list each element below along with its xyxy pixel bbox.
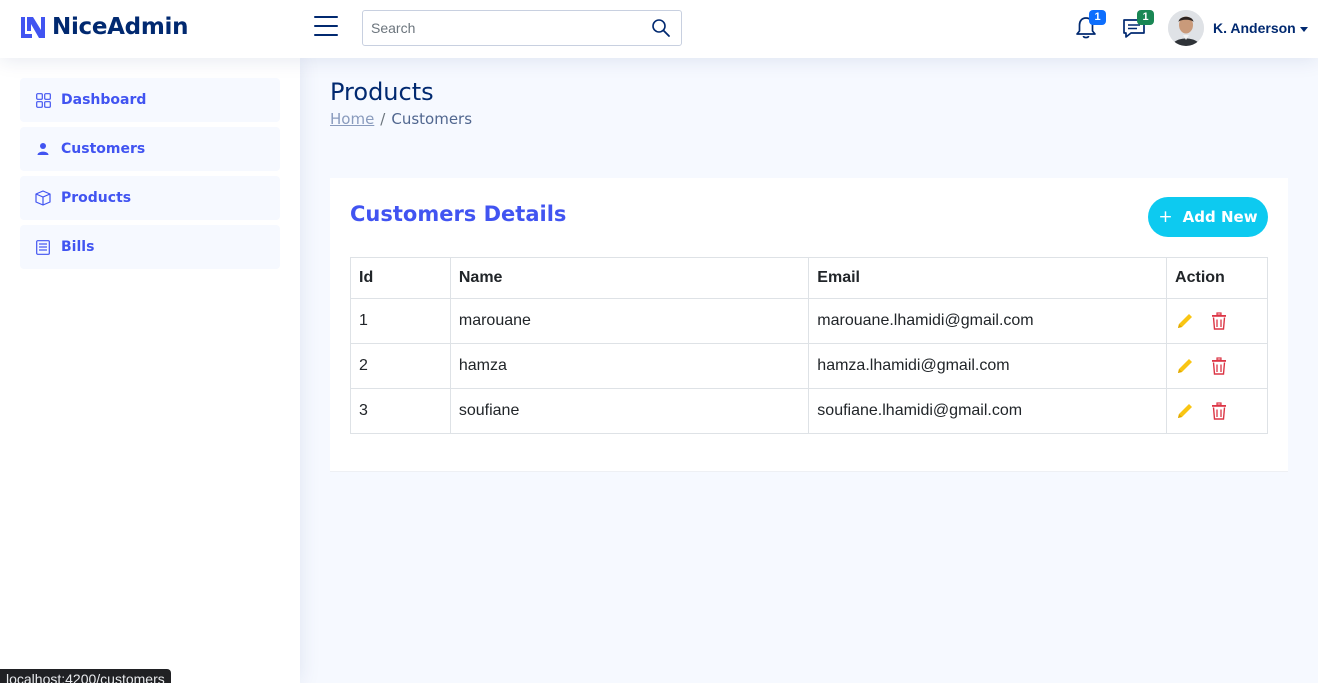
messages-badge: 1	[1137, 10, 1154, 25]
card-title: Customers Details	[350, 202, 566, 226]
logo-icon	[21, 17, 45, 38]
add-new-label: Add New	[1182, 208, 1258, 226]
table-row: 2 hamza hamza.lhamidi@gmail.com	[350, 343, 1268, 389]
search-icon[interactable]	[651, 18, 671, 38]
notifications-button[interactable]: 1	[1072, 10, 1106, 42]
avatar	[1168, 10, 1204, 46]
plus-icon: +	[1158, 207, 1173, 227]
person-icon	[35, 141, 51, 157]
status-bar-url: localhost:4200/customers	[0, 669, 171, 683]
cell-id: 2	[350, 343, 451, 389]
breadcrumb-current: Customers	[391, 110, 473, 128]
search-input[interactable]	[363, 11, 633, 45]
breadcrumb-separator: /	[380, 110, 386, 128]
sidebar-item-label: Bills	[61, 239, 95, 255]
cell-name: soufiane	[449, 388, 810, 434]
profile-dropdown[interactable]: K. Anderson	[1168, 10, 1308, 46]
notifications-badge: 1	[1089, 10, 1106, 25]
delete-trash-icon[interactable]	[1209, 401, 1229, 421]
page-title: Products	[330, 78, 434, 106]
table-row: 3 soufiane soufiane.lhamidi@gmail.com	[350, 388, 1268, 434]
sidebar-item-customers[interactable]: Customers	[20, 127, 280, 171]
search-bar	[362, 10, 682, 46]
sidebar-item-bills[interactable]: Bills	[20, 225, 280, 269]
column-header-name: Name	[449, 257, 810, 299]
sidebar: Dashboard Customers Products Bills	[0, 58, 300, 683]
column-header-action: Action	[1166, 257, 1268, 299]
edit-pencil-icon[interactable]	[1175, 401, 1195, 421]
logo[interactable]: NiceAdmin	[20, 14, 188, 40]
card-title-light: Customers	[350, 202, 484, 226]
delete-trash-icon[interactable]	[1209, 311, 1229, 331]
edit-pencil-icon[interactable]	[1175, 311, 1195, 331]
cell-actions	[1166, 388, 1268, 434]
card-title-bold: Details	[483, 202, 567, 226]
cell-actions	[1166, 298, 1268, 344]
grid-icon	[35, 92, 51, 108]
sidebar-item-dashboard[interactable]: Dashboard	[20, 78, 280, 122]
customers-table: Id Name Email Action 1 marouane marouane…	[350, 257, 1268, 434]
messages-button[interactable]: 1	[1120, 10, 1154, 42]
sidebar-item-label: Products	[61, 190, 132, 206]
cell-id: 1	[350, 298, 451, 344]
sidebar-item-products[interactable]: Products	[20, 176, 280, 220]
top-header: NiceAdmin 1 1	[0, 0, 1318, 58]
cell-email: hamza.lhamidi@gmail.com	[808, 343, 1168, 389]
cell-email: marouane.lhamidi@gmail.com	[808, 298, 1168, 344]
cell-email: soufiane.lhamidi@gmail.com	[808, 388, 1168, 434]
column-header-id: Id	[350, 257, 451, 299]
cell-name: hamza	[449, 343, 810, 389]
breadcrumb: Home / Customers	[330, 110, 472, 128]
customers-card: Customers Details + Add New Id Name Emai…	[330, 178, 1288, 472]
profile-name: K. Anderson	[1213, 20, 1296, 36]
chevron-down-icon	[1299, 26, 1308, 32]
box-icon	[35, 190, 51, 206]
cell-actions	[1166, 343, 1268, 389]
cell-id: 3	[350, 388, 451, 434]
breadcrumb-home-link[interactable]: Home	[330, 110, 374, 128]
sidebar-item-label: Dashboard	[61, 92, 147, 108]
sidebar-item-label: Customers	[61, 141, 146, 157]
receipt-icon	[35, 239, 51, 255]
table-header-row: Id Name Email Action	[350, 257, 1268, 299]
logo-text: NiceAdmin	[52, 14, 189, 40]
delete-trash-icon[interactable]	[1209, 356, 1229, 376]
edit-pencil-icon[interactable]	[1175, 356, 1195, 376]
menu-toggle-icon[interactable]	[314, 16, 338, 38]
cell-name: marouane	[449, 298, 810, 344]
add-new-button[interactable]: + Add New	[1148, 197, 1268, 237]
column-header-email: Email	[808, 257, 1168, 299]
table-row: 1 marouane marouane.lhamidi@gmail.com	[350, 298, 1268, 344]
